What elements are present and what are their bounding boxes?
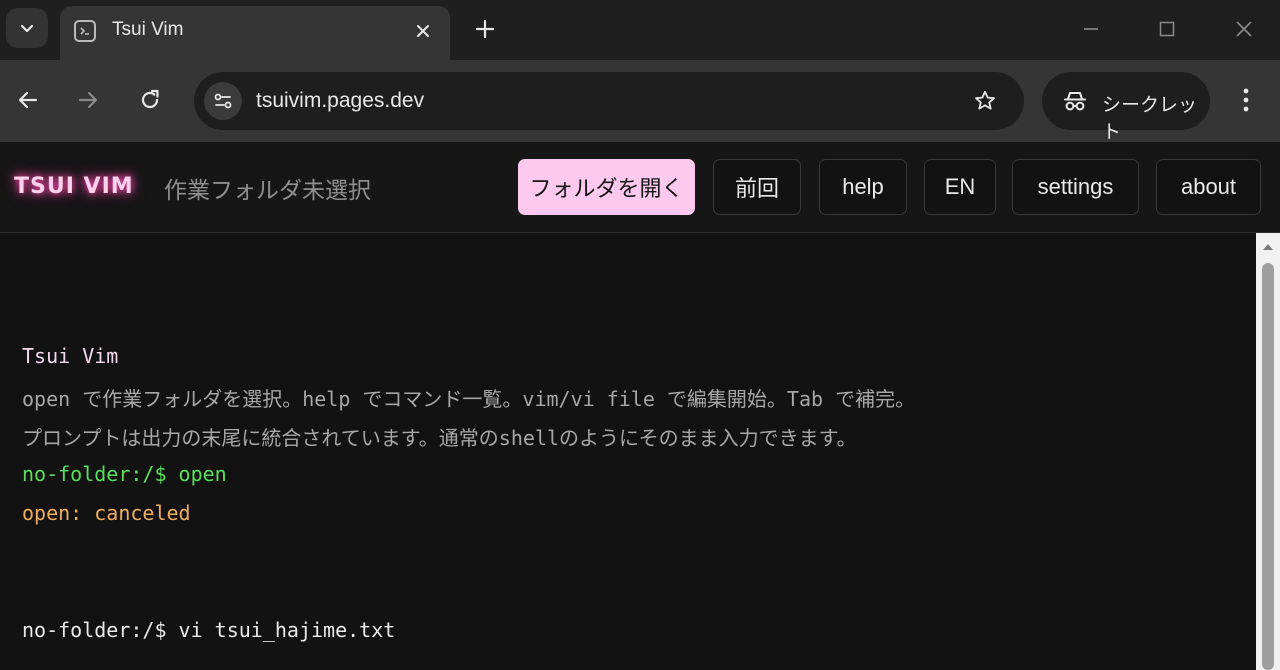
browser-tab-active[interactable]: Tsui Vim (60, 6, 450, 60)
minimize-button[interactable] (1076, 14, 1106, 44)
tab-title: Tsui Vim (112, 19, 184, 40)
address-bar[interactable]: tsuivim.pages.dev (194, 72, 1024, 130)
bookmark-star-icon[interactable] (970, 86, 1000, 116)
terminal-line-result: open: canceled (22, 501, 191, 525)
close-tab-icon[interactable] (410, 18, 436, 44)
arrow-right-icon (78, 91, 98, 109)
language-button[interactable]: EN (924, 159, 996, 215)
terminal-prompt-input[interactable]: no-folder:/$ vi tsui_hajime.txt (22, 618, 395, 642)
tab-strip: Tsui Vim (0, 0, 1280, 60)
terminal-line-intro: open で作業フォルダを選択。help でコマンド一覧。vim/vi file… (22, 387, 916, 411)
incognito-indicator[interactable]: シークレット (1042, 72, 1210, 143)
back-button[interactable] (8, 80, 48, 120)
open-folder-button[interactable]: フォルダを開く (518, 159, 695, 215)
help-button[interactable]: help (819, 159, 907, 215)
minimize-icon (1084, 28, 1098, 30)
app-logo: TSUI VIM (14, 174, 134, 199)
incognito-icon (1060, 86, 1090, 116)
reload-icon (141, 89, 159, 109)
terminal-line-command: no-folder:/$ open (22, 462, 227, 486)
app-header: TSUI VIM 作業フォルダ未選択 フォルダを開く 前回 help EN se… (0, 142, 1280, 233)
new-tab-button[interactable] (470, 14, 500, 44)
more-vertical-icon (1243, 88, 1249, 112)
site-info-icon[interactable] (204, 82, 242, 120)
browser-menu-button[interactable] (1228, 80, 1264, 120)
url-text[interactable]: tsuivim.pages.dev (256, 89, 424, 113)
about-button[interactable]: about (1156, 159, 1261, 215)
terminal-line-prompt-note: プロンプトは出力の末尾に統合されています。通常のshellのようにそのまま入力で… (22, 426, 857, 450)
scrollbar-thumb[interactable] (1262, 263, 1274, 670)
incognito-label: シークレット (1102, 95, 1198, 143)
previous-button[interactable]: 前回 (713, 159, 801, 215)
terminal-output[interactable]: Tsui Vim open で作業フォルダを選択。help でコマンド一覧。vi… (0, 233, 1256, 670)
browser-toolbar: tsuivim.pages.dev シークレット (0, 60, 1280, 143)
forward-button[interactable] (68, 80, 108, 120)
scroll-up-arrow-icon[interactable] (1256, 237, 1280, 257)
terminal-line-title: Tsui Vim (22, 344, 119, 368)
maximize-button[interactable] (1152, 14, 1182, 44)
maximize-icon (1159, 21, 1175, 37)
settings-button[interactable]: settings (1012, 159, 1139, 215)
plus-icon (475, 19, 495, 39)
tab-search-button[interactable] (6, 8, 48, 48)
arrow-left-icon (18, 91, 38, 109)
terminal-favicon-icon (74, 20, 96, 42)
close-window-button[interactable] (1229, 14, 1259, 44)
reload-button[interactable] (130, 80, 170, 120)
folder-status: 作業フォルダ未選択 (164, 178, 371, 204)
close-icon (1236, 21, 1252, 37)
chevron-down-icon (20, 24, 34, 33)
terminal-scrollbar[interactable] (1256, 233, 1280, 670)
